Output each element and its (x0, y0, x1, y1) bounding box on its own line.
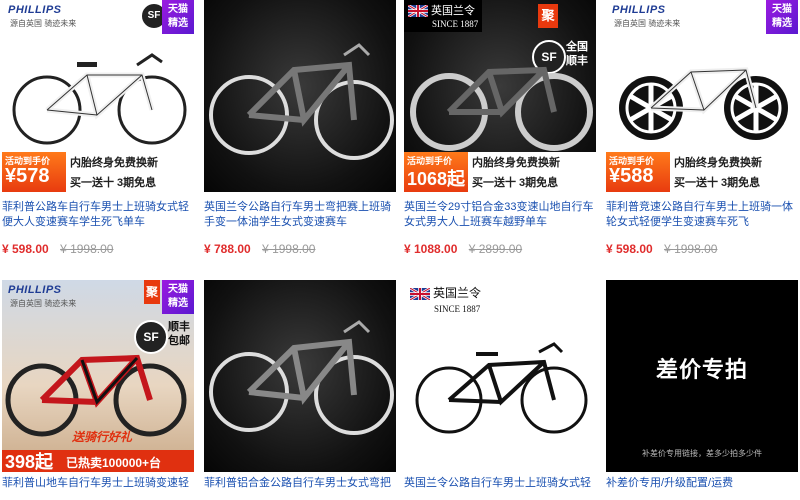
price-row: ¥ 788.00 ¥ 1998.00 (204, 242, 396, 256)
product-image[interactable]: 差价专拍 补差价专用链接，差多少拍多少件 (606, 280, 798, 472)
current-price: ¥ 788.00 (204, 242, 251, 256)
hot-sale-bar: 398起 已热卖100000+台 (2, 450, 194, 472)
product-image[interactable] (204, 280, 396, 472)
original-price: ¥ 1998.00 (60, 242, 114, 256)
original-price: ¥ 1998.00 (664, 242, 718, 256)
product-title[interactable]: 补差价专用/升级配置/运费 (606, 476, 798, 491)
promo-banner: 活动到手价 ¥578起 内胎终身免费换新 买一送十 3期免息 (2, 152, 194, 216)
product-title[interactable]: 菲利普竞速公路自行车男士上班骑一体轮女式轻便学生变速赛车死飞 (606, 200, 798, 230)
bike-image (209, 43, 394, 160)
price-row: ¥ 1088.00 ¥ 2899.00 (404, 242, 596, 256)
big-text: 差价专拍 (655, 357, 748, 382)
product-image[interactable]: PHILLIPS 源自英国 骑迹未来 聚 天猫 精选 SF 顺丰包邮 送骑行好礼 … (2, 280, 194, 472)
product-image[interactable] (204, 0, 396, 192)
current-price: ¥ 598.00 (2, 242, 49, 256)
product-title[interactable]: 英国兰令公路自行车男士弯把赛上班骑手变一体油学生女式变速赛车 (204, 200, 396, 230)
product-title[interactable]: 英国兰令29寸铝合金33变速山地自行车女式男大人上班赛车越野单车 (404, 200, 596, 230)
product-grid: PHILLIPS 源自英国 骑迹未来 SF 天猫 精选 活动到手价 ¥578起 内胎… (0, 0, 800, 500)
note-text: 补差价专用链接，差多少拍多少件 (642, 449, 762, 458)
promo-banner: 活动到手价 ¥588起 内胎终身免费换新 买一送十 3期免息 (606, 152, 798, 216)
gift-text: 送骑行好礼 (72, 430, 133, 444)
current-price: ¥ 1088.00 (404, 242, 458, 256)
price-row: ¥ 598.00 ¥ 1998.00 (606, 242, 798, 256)
promo-banner: 活动到手价 1068起 内胎终身免费换新 买一送十 3期免息 (404, 152, 596, 192)
original-price: ¥ 2899.00 (468, 242, 523, 256)
product-title[interactable]: 菲利普山地车自行车男士上班骑变速轻便 (2, 476, 194, 491)
product-title[interactable]: 菲利普铝合金公路自行车男士女式弯把变速 (204, 476, 396, 491)
product-image[interactable]: 英国兰令 SINCE 1887 (404, 280, 596, 472)
price-row: ¥ 598.00 ¥ 1998.00 (2, 242, 194, 256)
current-price: ¥ 598.00 (606, 242, 653, 256)
original-price: ¥ 1998.00 (262, 242, 316, 256)
bike-image (415, 342, 588, 434)
product-title[interactable]: 菲利普公路车自行车男士上班骑女式轻便大人变速赛车学生死飞单车 (2, 200, 194, 230)
bike-image (209, 320, 394, 435)
product-title[interactable]: 英国兰令公路自行车男士上班骑女式轻便 (404, 476, 596, 491)
